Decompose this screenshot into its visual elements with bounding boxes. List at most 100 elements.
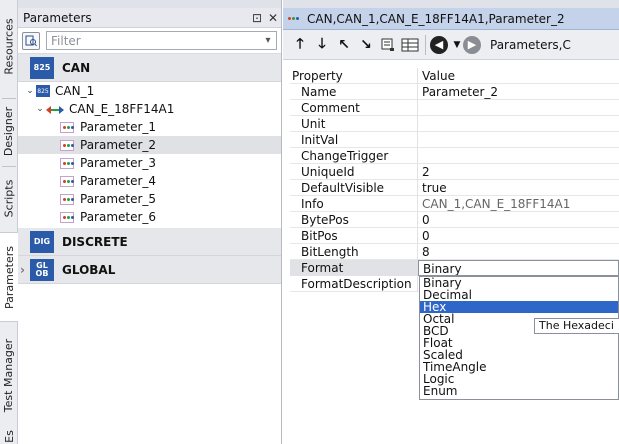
tree-node-parameter[interactable]: Parameter_5 — [18, 190, 281, 208]
properties-icon[interactable] — [377, 34, 399, 56]
property-row-comment[interactable]: Comment — [290, 99, 619, 116]
group-discrete[interactable]: DIG DISCRETE — [18, 228, 281, 256]
tree-node-parameter[interactable]: Parameter_4 — [18, 172, 281, 190]
format-combobox[interactable]: Binary — [418, 259, 619, 276]
property-value[interactable]: 0 — [418, 212, 619, 228]
chevron-down-icon[interactable]: ▾ — [260, 35, 276, 46]
parameter-label: Parameter_3 — [80, 156, 157, 170]
property-row-uniqueid[interactable]: UniqueId 2 — [290, 163, 619, 180]
group-discrete-label: DISCRETE — [62, 234, 128, 249]
chevron-right-icon[interactable]: › — [20, 263, 25, 277]
vertical-tab-strip: Resources Designer Scripts Parameters Te… — [0, 0, 18, 444]
tree-node-parameter[interactable]: Parameter_3 — [18, 154, 281, 172]
back-icon[interactable]: ◀ — [430, 35, 448, 54]
property-value[interactable]: Parameter_2 — [418, 84, 619, 100]
property-name: BytePos — [290, 211, 418, 228]
tree-node-parameter-selected[interactable]: Parameter_2 — [18, 136, 281, 154]
property-row-bytepos[interactable]: BytePos 0 — [290, 211, 619, 228]
tab-scripts[interactable]: Scripts — [0, 170, 18, 226]
group-global[interactable]: › GL OB GLOBAL — [18, 256, 281, 284]
grid-icon[interactable] — [399, 34, 421, 56]
tab-resources[interactable]: Resources — [0, 0, 18, 92]
property-value[interactable]: true — [418, 180, 619, 196]
property-value[interactable]: 0 — [418, 228, 619, 244]
tree-node-can[interactable]: ⌄ 825 CAN_1 — [18, 82, 281, 100]
pin-icon[interactable]: ⊡ — [249, 11, 265, 25]
tab-parameters[interactable]: Parameters — [0, 232, 18, 322]
arrow-up-left-icon[interactable]: ↖ — [333, 34, 355, 56]
tree-node-parameter[interactable]: Parameter_1 — [18, 118, 281, 136]
can-group-icon: 825 — [30, 56, 54, 79]
property-name: FormatDescription — [290, 275, 418, 292]
property-grid-header: Property Value — [290, 67, 619, 84]
arrow-up-icon[interactable]: 🡑 — [289, 34, 311, 56]
filter-input[interactable]: Filter ▾ — [46, 31, 277, 50]
property-name: Unit — [290, 115, 418, 132]
property-name: DefaultVisible — [290, 179, 418, 196]
header-value: Value — [422, 68, 455, 83]
chevron-down-icon[interactable]: ⌄ — [24, 86, 36, 96]
group-global-label: GLOBAL — [62, 262, 116, 277]
tab-scripts-label: Scripts — [2, 179, 16, 217]
property-value[interactable] — [418, 100, 619, 116]
dropdown-option[interactable]: Enum — [420, 385, 618, 397]
can-bus-icon: 825 — [36, 85, 50, 97]
arrow-down-icon[interactable]: 🡓 — [311, 34, 333, 56]
property-name: Format — [290, 259, 418, 276]
tab-test-manager[interactable]: Test Manager — [0, 326, 18, 424]
property-value[interactable]: 2 — [418, 164, 619, 180]
dropdown-option[interactable]: Decimal — [420, 289, 618, 301]
tab-separator — [2, 98, 16, 99]
tab-separator — [2, 166, 16, 167]
property-name: UniqueId — [290, 163, 418, 180]
property-row-info[interactable]: Info CAN_1,CAN_E_18FF14A1 — [290, 195, 619, 212]
editor-tab[interactable]: CAN,CAN_1,CAN_E_18FF14A1,Parameter_2 — [283, 8, 619, 30]
dropdown-icon[interactable]: ▼ — [451, 34, 463, 56]
tab-test-manager-label: Test Manager — [2, 338, 16, 412]
property-value[interactable] — [418, 148, 619, 164]
tab-designer[interactable]: Designer — [0, 100, 18, 162]
forward-icon[interactable]: ▶ — [463, 35, 481, 54]
breadcrumb: Parameters,C — [490, 37, 571, 52]
close-icon[interactable]: ✕ — [265, 11, 281, 25]
global-group-icon: GL OB — [30, 258, 54, 281]
format-dropdown-list[interactable]: Binary Decimal Hex Octal BCD Float Scale… — [419, 276, 619, 400]
property-value: CAN_1,CAN_E_18FF14A1 — [422, 196, 571, 211]
filter-options-icon — [25, 35, 37, 46]
parameter-label: Parameter_2 — [80, 138, 157, 152]
filter-row: Filter ▾ — [18, 28, 281, 54]
property-value[interactable] — [418, 116, 619, 132]
property-name: Info — [290, 195, 418, 212]
parameter-icon — [60, 211, 74, 223]
property-name: Name — [290, 83, 418, 100]
parameter-icon — [60, 121, 74, 133]
app-window: Resources Designer Scripts Parameters Te… — [0, 0, 619, 444]
editor-top-strip — [283, 0, 619, 8]
property-row-unit[interactable]: Unit — [290, 115, 619, 132]
tree-node-message[interactable]: ⌄ CAN_E_18FF14A1 — [18, 100, 281, 118]
tree-node-message-label: CAN_E_18FF14A1 — [69, 102, 175, 116]
parameter-icon — [60, 139, 74, 151]
property-row-bitlength[interactable]: BitLength 8 — [290, 243, 619, 260]
group-can[interactable]: 825 CAN — [18, 54, 281, 82]
panel-title-bar: Parameters ⊡ ✕ — [18, 8, 281, 28]
tab-es[interactable]: Es — [0, 428, 18, 444]
property-row-changetrigger[interactable]: ChangeTrigger — [290, 147, 619, 164]
property-row-bitpos[interactable]: BitPos 0 — [290, 227, 619, 244]
discrete-group-icon: DIG — [30, 230, 54, 253]
panel-top-strip — [18, 0, 281, 8]
filter-options-button[interactable] — [22, 31, 40, 50]
property-row-defaultvisible[interactable]: DefaultVisible true — [290, 179, 619, 196]
property-value[interactable] — [418, 132, 619, 148]
property-value[interactable]: 8 — [418, 244, 619, 260]
property-row-format[interactable]: Format Binary — [290, 259, 619, 276]
chevron-down-icon[interactable]: ⌄ — [34, 104, 46, 114]
property-name: ChangeTrigger — [290, 147, 418, 164]
parameter-label: Parameter_4 — [80, 174, 157, 188]
arrow-down-right-icon[interactable]: ↘ — [355, 34, 377, 56]
toolbar-separator — [425, 34, 426, 55]
property-row-name[interactable]: Name Parameter_2 — [290, 83, 619, 100]
parameter-label: Parameter_6 — [80, 210, 157, 224]
property-row-initval[interactable]: InitVal — [290, 131, 619, 148]
tree-node-parameter[interactable]: Parameter_6 — [18, 208, 281, 226]
